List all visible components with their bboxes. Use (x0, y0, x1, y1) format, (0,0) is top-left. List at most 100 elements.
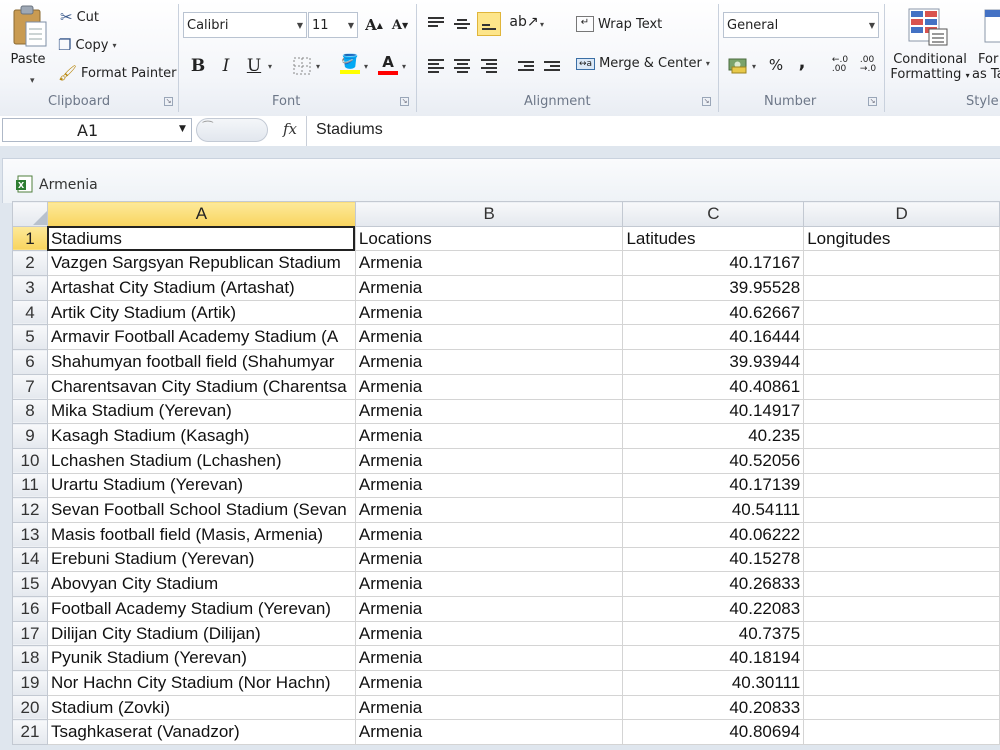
cell-d[interactable] (803, 645, 1000, 672)
align-middle-icon[interactable] (450, 12, 474, 36)
wrap-text-button[interactable]: ↵ Wrap Text (576, 16, 662, 32)
cell-c[interactable]: 40.62667 (622, 299, 805, 326)
cell-c[interactable]: 40.17139 (622, 472, 805, 499)
cell-d[interactable] (803, 423, 1000, 449)
cell-d[interactable] (803, 373, 1000, 400)
cell-c[interactable]: 40.22083 (622, 596, 805, 622)
select-all-corner[interactable] (12, 201, 48, 227)
row-header[interactable]: 11 (12, 472, 48, 499)
cell-c[interactable]: 40.80694 (622, 719, 805, 746)
cell-b[interactable]: Armenia (354, 546, 624, 573)
cell-c[interactable]: 40.7375 (622, 620, 805, 647)
column-header-d[interactable]: D (803, 201, 1000, 227)
font-color-dropdown-icon[interactable]: ▾ (402, 62, 406, 71)
cell-c[interactable]: Latitudes (622, 225, 805, 252)
formula-bar-resize-handle[interactable]: ⁀ (196, 118, 268, 142)
row-header[interactable]: 13 (12, 521, 48, 548)
cell-b[interactable]: Locations (354, 225, 624, 252)
format-painter-button[interactable]: 🖌 Format Painter (58, 64, 177, 82)
column-header-a[interactable]: A (46, 201, 356, 227)
number-format-combo[interactable]: General ▼ (723, 12, 879, 38)
cell-b[interactable]: Armenia (354, 497, 624, 523)
cell-d[interactable]: Longitudes (803, 225, 1000, 252)
cell-c[interactable]: 40.20833 (622, 694, 805, 721)
cell-b[interactable]: Armenia (354, 447, 624, 474)
row-header[interactable]: 3 (12, 275, 48, 301)
paste-button[interactable]: Paste (8, 4, 48, 67)
cell-a[interactable]: Mika Stadium (Yerevan) (46, 398, 356, 425)
increase-decimal-icon[interactable]: ←.0.00 (828, 53, 852, 77)
currency-dropdown-icon[interactable]: ▾ (752, 62, 756, 71)
cell-d[interactable] (803, 719, 1000, 746)
row-header[interactable]: 16 (12, 596, 48, 622)
cell-d[interactable] (803, 349, 1000, 375)
font-size-combo[interactable]: 11 ▼ (308, 12, 358, 38)
text-orientation-icon[interactable]: ab↗ (509, 10, 538, 34)
row-header[interactable]: 1 (12, 225, 48, 252)
cell-b[interactable]: Armenia (354, 349, 624, 375)
font-launcher-icon[interactable]: ↘ (400, 97, 409, 106)
row-header[interactable]: 8 (12, 398, 48, 425)
insert-function-icon[interactable]: fx (283, 120, 297, 138)
currency-icon[interactable] (726, 53, 750, 77)
cell-c[interactable]: 40.15278 (622, 546, 805, 573)
cell-d[interactable] (803, 275, 1000, 301)
conditional-formatting-button[interactable]: Conditional Formatting ▾ (890, 52, 970, 82)
column-header-c[interactable]: C (622, 201, 805, 227)
row-header[interactable]: 4 (12, 299, 48, 326)
cell-a[interactable]: Stadium (Zovki) (46, 694, 356, 721)
row-header[interactable]: 2 (12, 250, 48, 277)
row-header[interactable]: 9 (12, 423, 48, 449)
cell-d[interactable] (803, 472, 1000, 499)
cell-b[interactable]: Armenia (354, 398, 624, 425)
percent-button[interactable]: % (764, 53, 788, 77)
cell-c[interactable]: 40.16444 (622, 324, 805, 351)
cell-d[interactable] (803, 398, 1000, 425)
cell-d[interactable] (803, 447, 1000, 474)
borders-icon[interactable] (290, 54, 314, 78)
cell-d[interactable] (803, 250, 1000, 277)
cell-a[interactable]: Stadiums (46, 225, 356, 252)
row-header[interactable]: 6 (12, 349, 48, 375)
cell-b[interactable]: Armenia (354, 324, 624, 351)
decrease-decimal-icon[interactable]: .00 →.0 (856, 53, 880, 77)
number-launcher-icon[interactable]: ↘ (868, 97, 877, 106)
cell-a[interactable]: Dilijan City Stadium (Dilijan) (46, 620, 356, 647)
cut-button[interactable]: ✂ Cut (60, 8, 99, 26)
cell-c[interactable]: 40.18194 (622, 645, 805, 672)
align-right-icon[interactable] (477, 54, 501, 78)
cell-b[interactable]: Armenia (354, 423, 624, 449)
cell-b[interactable]: Armenia (354, 596, 624, 622)
cell-a[interactable]: Sevan Football School Stadium (Sevan (46, 497, 356, 523)
cell-c[interactable]: 40.17167 (622, 250, 805, 277)
column-header-b[interactable]: B (354, 201, 624, 227)
fill-dropdown-icon[interactable]: ▾ (364, 62, 368, 71)
underline-button[interactable]: U (242, 54, 266, 78)
cell-d[interactable] (803, 694, 1000, 721)
cell-a[interactable]: Football Academy Stadium (Yerevan) (46, 596, 356, 622)
cell-a[interactable]: Tsaghkaserat (Vanadzor) (46, 719, 356, 746)
cell-a[interactable]: Armavir Football Academy Stadium (A (46, 324, 356, 351)
bold-button[interactable]: B (186, 54, 210, 78)
row-header[interactable]: 21 (12, 719, 48, 746)
grow-font-icon[interactable]: A ▲ (362, 13, 386, 37)
cell-a[interactable]: Masis football field (Masis, Armenia) (46, 521, 356, 548)
cell-c[interactable]: 40.52056 (622, 447, 805, 474)
borders-dropdown-icon[interactable]: ▾ (316, 62, 320, 71)
row-header[interactable]: 18 (12, 645, 48, 672)
font-color-icon[interactable]: A (376, 52, 400, 76)
chevron-down-icon[interactable]: ▼ (179, 124, 186, 134)
orientation-dropdown-icon[interactable]: ▾ (540, 20, 544, 29)
comma-button[interactable]: , (790, 50, 814, 74)
row-header[interactable]: 7 (12, 373, 48, 400)
cell-d[interactable] (803, 546, 1000, 573)
row-header[interactable]: 10 (12, 447, 48, 474)
cell-c[interactable]: 39.95528 (622, 275, 805, 301)
copy-button[interactable]: ❐ Copy ▾ (58, 36, 116, 54)
cell-c[interactable]: 40.26833 (622, 571, 805, 597)
cell-a[interactable]: Charentsavan City Stadium (Charentsa (46, 373, 356, 400)
cell-b[interactable]: Armenia (354, 571, 624, 597)
cell-b[interactable]: Armenia (354, 373, 624, 400)
cell-b[interactable]: Armenia (354, 521, 624, 548)
italic-button[interactable]: I (214, 54, 238, 78)
